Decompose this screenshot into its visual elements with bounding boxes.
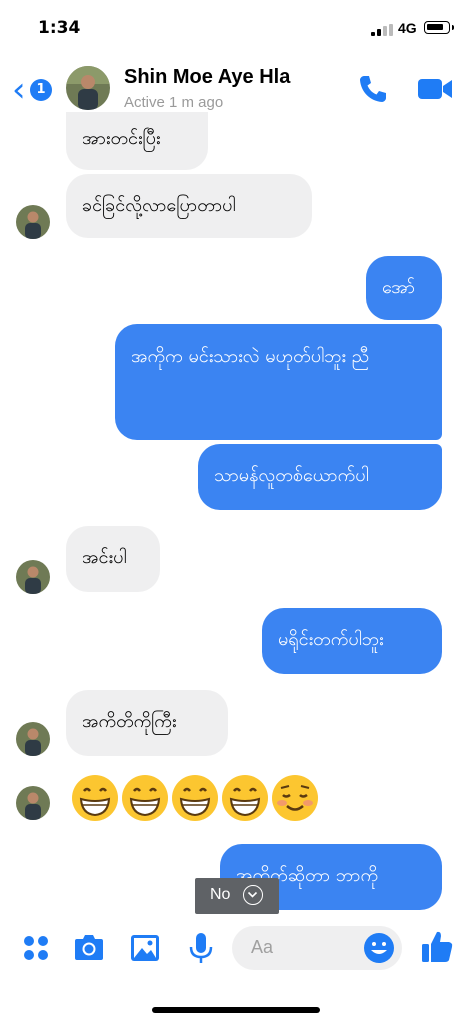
status-time: 1:34: [38, 18, 81, 38]
battery-icon: [424, 21, 454, 34]
toast-label: No: [210, 886, 231, 903]
chevron-left-icon: ‹: [12, 70, 26, 110]
message-incoming[interactable]: အင်းပါ: [66, 526, 160, 592]
video-camera-icon[interactable]: [416, 74, 454, 104]
image-icon[interactable]: [127, 930, 163, 966]
message-outgoing[interactable]: သာမန်လူတစ်ယောက်ပါ: [198, 444, 442, 510]
microphone-icon[interactable]: [183, 930, 219, 966]
smiling-face-icon: [272, 775, 318, 821]
contact-avatar[interactable]: [66, 66, 110, 110]
message-incoming[interactable]: အကိတိကိုကြီး: [66, 690, 228, 756]
grinning-face-icon: [72, 775, 118, 821]
contact-status: Active 1 m ago: [124, 94, 224, 111]
phone-icon[interactable]: [356, 72, 390, 106]
grinning-face-icon: [122, 775, 168, 821]
sender-avatar: [16, 205, 50, 239]
sender-avatar: [16, 560, 50, 594]
unread-badge: 1: [30, 79, 52, 101]
signal-icon: [371, 24, 393, 36]
home-indicator: [152, 1007, 320, 1013]
network-type: 4G: [398, 20, 417, 36]
apps-grid-icon[interactable]: [18, 930, 54, 966]
camera-icon[interactable]: [71, 930, 107, 966]
back-button[interactable]: ‹ 1: [10, 72, 60, 108]
contact-name[interactable]: Shin Moe Aye Hla: [124, 66, 290, 89]
grinning-face-icon: [172, 775, 218, 821]
sender-avatar: [16, 786, 50, 820]
sender-avatar: [16, 722, 50, 756]
message-outgoing[interactable]: မရိုင်းတက်ပါဘူး: [262, 608, 442, 674]
message-outgoing[interactable]: အကိုက မင်းသားလဲ မဟုတ်ပါဘူး ညီ: [115, 324, 442, 440]
translation-toast[interactable]: No: [195, 878, 279, 914]
message-incoming[interactable]: ခင်ခြင်လို့လာပြောတာပါ: [66, 174, 312, 238]
like-thumb-icon[interactable]: [419, 928, 455, 964]
chevron-down-icon: [243, 885, 263, 905]
message-input-placeholder: Aa: [251, 937, 274, 957]
grinning-face-icon: [222, 775, 268, 821]
message-incoming[interactable]: အားတင်းပြီး: [66, 112, 208, 170]
message-outgoing[interactable]: အော်: [366, 256, 442, 320]
message-input[interactable]: Aa: [232, 926, 402, 970]
emoji-icon[interactable]: [362, 931, 396, 965]
